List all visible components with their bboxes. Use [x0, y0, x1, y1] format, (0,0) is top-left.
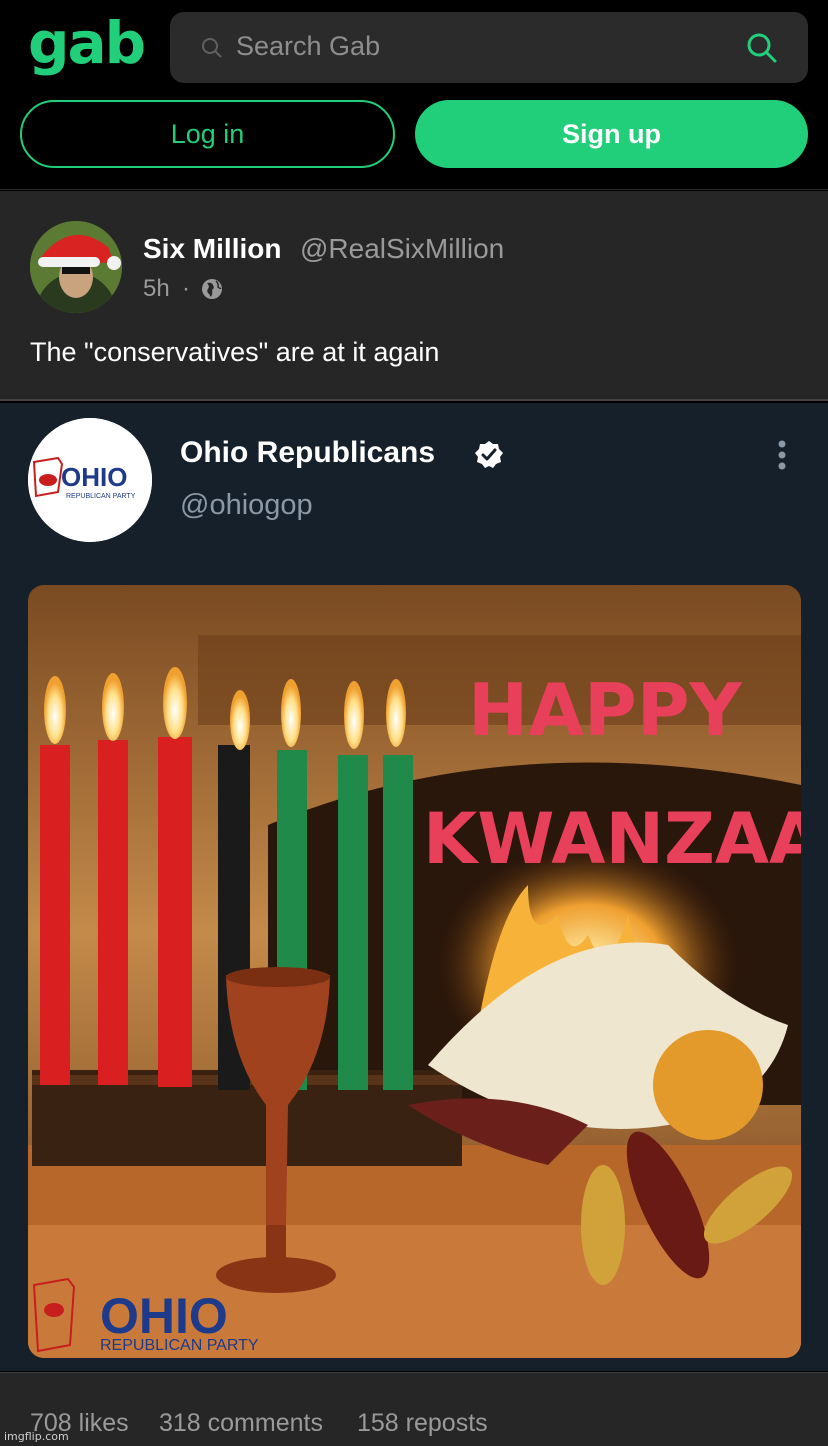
account-handle[interactable]: @ohiogop [180, 489, 313, 522]
verified-badge-icon [475, 441, 503, 468]
post-stats: 708 likes 318 comments 158 reposts [0, 1372, 828, 1446]
search-placeholder: Search Gab [236, 31, 381, 61]
globe-icon [202, 279, 222, 299]
embedded-tweet: OHIO REPUBLICAN PARTY Ohio Republicans @… [0, 403, 828, 1371]
reposts-count[interactable]: 158 reposts [357, 1409, 488, 1438]
kwanzaa-scene: HAPPY KWANZAA OHIO REPUBLICAN PARTY [28, 585, 801, 1358]
meta-separator: · [182, 275, 190, 302]
image-logo-text: OHIO [100, 1288, 228, 1344]
signup-button[interactable]: Sign up [415, 100, 808, 168]
search-icon [202, 38, 222, 58]
avatar-image [30, 221, 122, 313]
greeting-kwanzaa: KWANZAA [423, 798, 801, 880]
ohio-gop-logo: OHIO REPUBLICAN PARTY [28, 418, 152, 542]
account-name[interactable]: Ohio Republicans [180, 436, 435, 470]
greeting-happy: HAPPY [468, 668, 743, 752]
top-header: gab Search Gab Log in Sign up [0, 0, 828, 190]
author-handle[interactable]: @RealSixMillion [300, 233, 504, 265]
author-avatar[interactable] [30, 221, 122, 313]
post-timestamp[interactable]: 5h [143, 275, 170, 303]
ohiogop-avatar[interactable]: OHIO REPUBLICAN PARTY [28, 418, 152, 542]
vertical-ellipsis-icon[interactable] [776, 439, 788, 471]
imgflip-watermark: imgflip.com [4, 1430, 69, 1443]
search-input[interactable]: Search Gab [170, 12, 808, 83]
kwanzaa-image[interactable]: HAPPY KWANZAA OHIO REPUBLICAN PARTY [28, 585, 801, 1358]
gab-logo[interactable]: gab [28, 14, 146, 72]
login-button[interactable]: Log in [20, 100, 395, 168]
comments-count[interactable]: 318 comments [159, 1409, 323, 1438]
search-submit-icon[interactable] [744, 30, 780, 66]
post-text: The "conservatives" are at it again [30, 337, 440, 367]
image-logo-subtext: REPUBLICAN PARTY [100, 1337, 259, 1354]
svg-text:REPUBLICAN PARTY: REPUBLICAN PARTY [66, 493, 136, 500]
gab-post: Six Million @RealSixMillion 5h · The "co… [0, 191, 828, 401]
app-root: gab Search Gab Log in Sign up Six Millio… [0, 0, 828, 1446]
author-name[interactable]: Six Million [143, 233, 281, 265]
svg-text:OHIO: OHIO [61, 462, 127, 492]
